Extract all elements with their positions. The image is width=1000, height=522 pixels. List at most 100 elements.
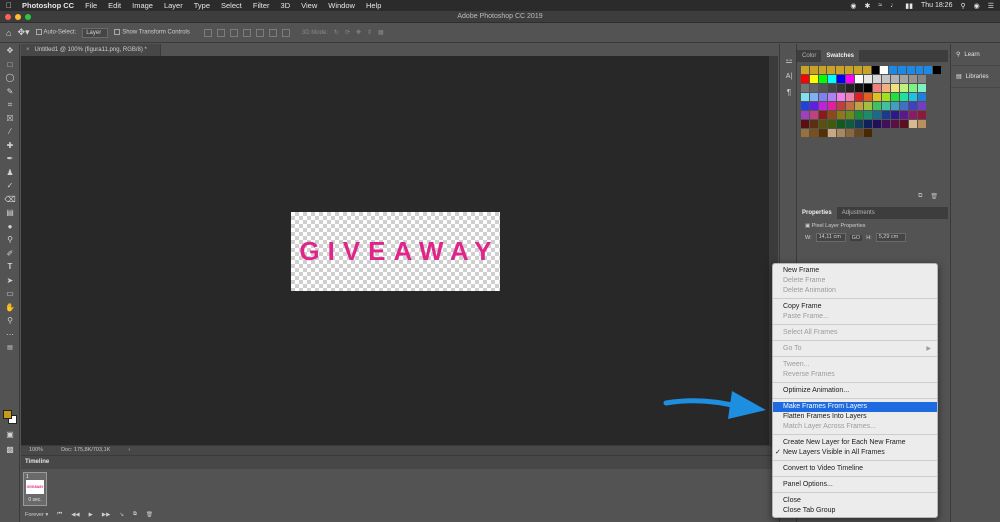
- timeline-panel-title[interactable]: Timeline: [21, 456, 777, 469]
- next-frame-icon[interactable]: ▶▶: [102, 512, 110, 518]
- eyedropper-tool-icon[interactable]: ⁄: [0, 125, 20, 139]
- dodge-tool-icon[interactable]: ⚲: [0, 233, 20, 247]
- color-swatch[interactable]: [900, 102, 908, 110]
- align-top-icon[interactable]: [203, 28, 212, 37]
- menu-view[interactable]: View: [301, 1, 317, 10]
- align-left-icon[interactable]: [242, 28, 251, 37]
- doc-size-info[interactable]: Doc: 175,8K/703,1K: [61, 446, 110, 455]
- color-swatch[interactable]: [837, 102, 845, 110]
- menu-item-convert-to-video-timeline[interactable]: Convert to Video Timeline: [773, 464, 937, 474]
- auto-select-dropdown[interactable]: Layer: [82, 27, 109, 38]
- color-swatch[interactable]: [918, 75, 926, 83]
- color-swatch[interactable]: [918, 84, 926, 92]
- color-swatch[interactable]: [855, 120, 863, 128]
- menu-help[interactable]: Help: [366, 1, 381, 10]
- minimize-window-button[interactable]: [15, 14, 21, 20]
- color-swatch[interactable]: [909, 84, 917, 92]
- menu-item-paste-frame[interactable]: Paste Frame...: [773, 312, 937, 322]
- frame-delay[interactable]: 0 sec.: [25, 497, 45, 503]
- move-tool-icon[interactable]: ✥▾: [17, 27, 29, 38]
- menu-edit[interactable]: Edit: [108, 1, 121, 10]
- tab-color[interactable]: Color: [797, 50, 821, 62]
- menu-item-copy-frame[interactable]: Copy Frame: [773, 302, 937, 312]
- search-icon[interactable]: ⚲: [960, 2, 965, 10]
- color-swatch[interactable]: [828, 120, 836, 128]
- color-swatch[interactable]: [882, 111, 890, 119]
- color-swatch[interactable]: [819, 84, 827, 92]
- menu-type[interactable]: Type: [194, 1, 210, 10]
- tween-icon[interactable]: ↘: [119, 512, 124, 518]
- brush-tool-icon[interactable]: ✒: [0, 152, 20, 166]
- menu-item-delete-animation[interactable]: Delete Animation: [773, 286, 937, 296]
- color-swatch[interactable]: [801, 120, 809, 128]
- previous-frame-icon[interactable]: ◀◀: [71, 512, 79, 518]
- type-tool-icon[interactable]: T: [0, 260, 20, 274]
- color-swatch[interactable]: [801, 111, 809, 119]
- color-swatch[interactable]: [810, 129, 818, 137]
- color-swatch[interactable]: [855, 93, 863, 101]
- color-swatch[interactable]: [891, 75, 899, 83]
- color-swatch[interactable]: [855, 129, 863, 137]
- document-tab[interactable]: × Untitled1 @ 100% (figura11.png, RGB/8) …: [21, 44, 161, 56]
- color-swatch[interactable]: [819, 102, 827, 110]
- color-swatch[interactable]: [864, 84, 872, 92]
- color-swatch[interactable]: [819, 93, 827, 101]
- color-swatch[interactable]: [909, 93, 917, 101]
- color-swatch[interactable]: [846, 84, 854, 92]
- menu-3d[interactable]: 3D: [281, 1, 291, 10]
- eraser-tool-icon[interactable]: ⌫: [0, 193, 20, 207]
- quick-select-tool-icon[interactable]: ✎: [0, 85, 20, 99]
- color-swatch[interactable]: [882, 120, 890, 128]
- color-swatch[interactable]: [810, 93, 818, 101]
- link-dimensions-icon[interactable]: GO: [849, 234, 863, 241]
- trash-icon[interactable]: 🗑: [146, 512, 153, 518]
- color-swatch[interactable]: [864, 111, 872, 119]
- zoom-tool-icon[interactable]: ⚲: [0, 314, 20, 328]
- color-swatch[interactable]: [801, 84, 809, 92]
- healing-brush-tool-icon[interactable]: ✚: [0, 139, 20, 153]
- color-swatch[interactable]: [828, 102, 836, 110]
- color-swatch[interactable]: [918, 120, 926, 128]
- history-icon[interactable]: ⚍: [780, 52, 798, 68]
- menu-item-optimize-animation[interactable]: Optimize Animation...: [773, 386, 937, 396]
- color-swatch[interactable]: [915, 66, 924, 74]
- color-swatch[interactable]: [855, 84, 863, 92]
- tab-properties[interactable]: Properties: [797, 207, 837, 219]
- color-swatch[interactable]: [891, 111, 899, 119]
- 3d-orbit-icon[interactable]: ↻: [334, 29, 339, 36]
- color-swatch[interactable]: [819, 75, 827, 83]
- color-swatch[interactable]: [810, 75, 818, 83]
- menu-item-delete-frame[interactable]: Delete Frame: [773, 276, 937, 286]
- color-swatch[interactable]: [818, 66, 827, 74]
- color-swatch[interactable]: [837, 75, 845, 83]
- learn-panel-button[interactable]: ⚲ Learn: [951, 44, 1000, 66]
- screen-mode-icon[interactable]: ▩: [0, 443, 20, 457]
- tab-swatches[interactable]: Swatches: [821, 50, 860, 62]
- siri-icon[interactable]: ◉: [974, 2, 980, 10]
- default-colors-icon[interactable]: ▤: [0, 341, 20, 355]
- color-swatch[interactable]: [873, 84, 881, 92]
- character-icon[interactable]: A|: [780, 68, 798, 84]
- align-bottom-icon[interactable]: [229, 28, 238, 37]
- menu-item-go-to[interactable]: Go To ▶: [773, 344, 937, 354]
- color-swatch[interactable]: [871, 66, 880, 74]
- color-swatch[interactable]: [889, 66, 897, 74]
- move-tool-icon[interactable]: ✥: [0, 44, 20, 58]
- distribute-icon[interactable]: [281, 28, 290, 37]
- color-swatch[interactable]: [855, 111, 863, 119]
- color-swatch[interactable]: [909, 102, 917, 110]
- color-swatch[interactable]: [819, 111, 827, 119]
- color-swatch[interactable]: [846, 129, 854, 137]
- color-swatch[interactable]: [801, 75, 809, 83]
- color-swatch[interactable]: [900, 93, 908, 101]
- color-swatch[interactable]: [900, 120, 908, 128]
- color-swatch[interactable]: [855, 75, 863, 83]
- notification-center-icon[interactable]: ☰: [988, 2, 994, 10]
- color-swatch[interactable]: [918, 93, 926, 101]
- color-swatch[interactable]: [909, 120, 917, 128]
- color-swatch[interactable]: [873, 102, 881, 110]
- color-swatch[interactable]: [891, 84, 899, 92]
- rectangle-tool-icon[interactable]: ▭: [0, 287, 20, 301]
- color-swatch[interactable]: [836, 66, 845, 74]
- color-swatch[interactable]: [846, 93, 854, 101]
